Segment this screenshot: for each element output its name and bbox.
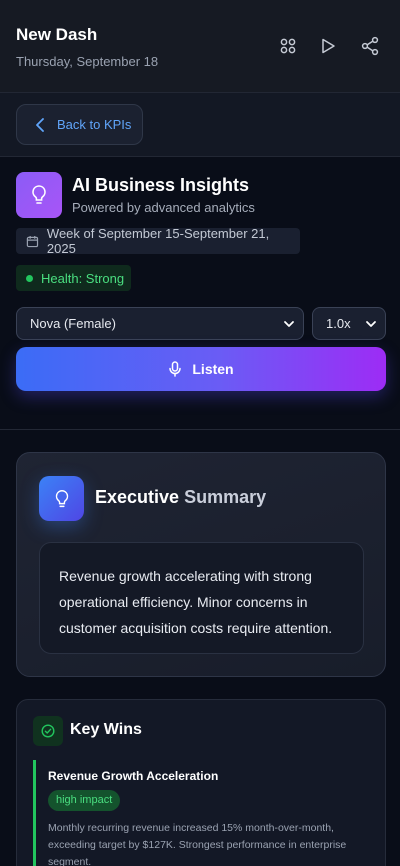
week-range-chip: Week of September 15-September 21, 2025 [16,226,300,256]
executive-summary-text: Revenue growth accelerating with strong … [39,542,364,654]
play-icon[interactable] [318,36,338,56]
lightbulb-icon [32,185,46,204]
executive-summary-title: Executive Summary [95,487,266,508]
key-win-item: Revenue Growth Acceleration high impact … [33,760,373,866]
listen-button-label: Listen [192,361,234,377]
chevron-down-icon [284,321,294,327]
executive-summary-title-main: Executive [95,487,180,507]
share-icon[interactable] [360,36,380,56]
insights-subtitle: Powered by advanced analytics [72,200,255,215]
executive-summary-badge [39,476,84,521]
grid-icon[interactable] [278,36,298,56]
back-button-label: Back to KPIs [57,117,132,132]
chevron-down-icon [366,321,376,327]
week-range-label: Week of September 15-September 21, 2025 [46,226,270,256]
listen-button[interactable]: Listen [16,347,386,391]
executive-summary-title-muted: Summary [184,487,267,507]
page-title: New Dash [16,25,98,44]
health-status-badge: Health: Strong [16,265,131,291]
microphone-icon [169,361,182,377]
health-status-label: Health: Strong [41,270,125,286]
chevron-left-icon [36,117,44,132]
check-circle-icon [41,724,55,738]
speed-select-value: 1.0x [326,316,351,331]
key-win-title: Revenue Growth Acceleration [48,769,219,783]
back-to-kpis-button[interactable]: Back to KPIs [16,104,143,145]
lightbulb-icon [55,489,68,507]
insights-title: AI Business Insights [72,175,250,195]
calendar-icon [26,235,39,247]
key-wins-card: Key Wins Revenue Growth Acceleration hig… [16,699,386,866]
speed-select[interactable]: 1.0x [312,307,386,340]
executive-summary-card: Executive Summary Revenue growth acceler… [16,452,386,677]
ai-badge [16,172,62,218]
voice-select[interactable]: Nova (Female) [16,307,304,340]
key-wins-badge [33,716,63,746]
insights-panel: AI Business Insights Powered by advanced… [0,158,400,430]
back-bar: Back to KPIs [0,93,400,157]
app-header: New Dash Thursday, September 18 [0,0,400,93]
key-wins-title: Key Wins [70,721,142,738]
section-divider [0,429,400,430]
impact-badge: high impact [48,790,121,811]
key-win-description: Monthly recurring revenue increased 15% … [48,822,347,866]
page-date: Thursday, September 18 [16,54,159,69]
voice-select-value: Nova (Female) [30,316,116,331]
status-dot-icon [26,274,33,282]
